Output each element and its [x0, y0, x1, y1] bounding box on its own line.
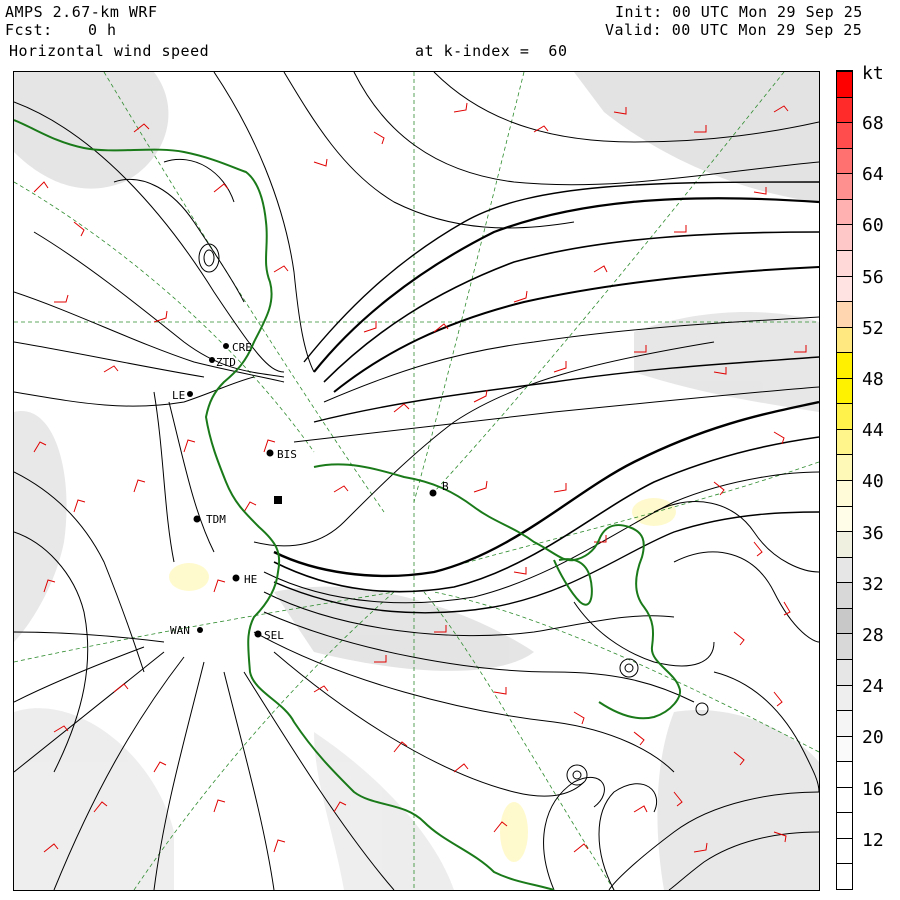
station-he-label: HE — [244, 573, 257, 586]
colorbar-tick-label: 24 — [862, 676, 884, 698]
colorbar-tick-label: 48 — [862, 369, 884, 390]
station-ztd-label: ZTD — [216, 356, 236, 369]
forecast-value: 0 h — [88, 21, 117, 39]
colorbar-tick-label: 60 — [862, 215, 884, 237]
station-wan-label: WAN — [170, 624, 190, 637]
colorbar-tick-label: 52 — [862, 317, 884, 339]
station-tdm-label: TDM — [206, 513, 226, 526]
colorbar-segment — [837, 173, 852, 199]
colorbar-segment — [837, 658, 852, 685]
colorbar-segment — [837, 531, 852, 557]
colorbar-unit: kt — [862, 63, 884, 84]
colorbar-segment — [837, 96, 852, 123]
colorbar-segment — [837, 812, 852, 838]
colorbar-segment — [837, 301, 852, 327]
colorbar-segment — [837, 122, 852, 148]
colorbar-segment — [837, 454, 852, 480]
init-time: Init: 00 UTC Mon 29 Sep 25 — [615, 3, 863, 21]
wind-speed-colorbar — [836, 70, 853, 890]
colorbar-segment — [837, 582, 852, 608]
wind-speed-shading — [14, 72, 819, 890]
level-label: at k-index = 60 — [415, 42, 568, 60]
colorbar-segment — [837, 863, 852, 889]
colorbar-tick-label: 16 — [862, 778, 884, 800]
wind-map: CRE ZTD LE BIS TDM B HE SEL WAN — [13, 71, 820, 891]
colorbar-segment — [837, 147, 852, 174]
colorbar-segment — [837, 786, 852, 813]
colorbar-segment — [837, 352, 852, 378]
colorbar-segment — [837, 326, 852, 353]
model-title: AMPS 2.67-km WRF — [5, 3, 158, 21]
colorbar-tick-label: 68 — [862, 113, 884, 134]
colorbar-tick-label: 20 — [862, 727, 884, 749]
colorbar-segment — [837, 403, 852, 429]
colorbar-segment — [837, 377, 852, 404]
colorbar-segment — [837, 607, 852, 634]
colorbar-tick-label: 44 — [862, 420, 884, 442]
colorbar-segment — [837, 633, 852, 659]
colorbar-segment — [837, 428, 852, 455]
forecast-label: Fcst: — [5, 21, 53, 39]
colorbar-tick-label: 12 — [862, 829, 884, 851]
colorbar-segment — [837, 837, 852, 864]
colorbar-tick-label: 64 — [862, 164, 884, 186]
colorbar-segment — [837, 684, 852, 711]
colorbar-segment — [837, 275, 852, 302]
colorbar-segment — [837, 761, 852, 787]
colorbar-segment — [837, 249, 852, 276]
colorbar-segment — [837, 224, 852, 250]
colorbar-segment — [837, 735, 852, 762]
colorbar-segment — [837, 480, 852, 506]
colorbar-tick-label: 40 — [862, 471, 884, 493]
colorbar-tick-label: 32 — [862, 573, 884, 595]
station-b-label: B — [442, 480, 449, 493]
colorbar-segment — [837, 198, 852, 225]
colorbar-tick-label: 36 — [862, 522, 884, 544]
valid-time: Valid: 00 UTC Mon 29 Sep 25 — [605, 21, 863, 39]
field-title: Horizontal wind speed — [9, 42, 210, 60]
colorbar-tick-label: 56 — [862, 266, 884, 288]
colorbar-segment — [837, 71, 852, 97]
colorbar-tick-label: 28 — [862, 625, 884, 646]
station-le-label: LE — [172, 389, 185, 402]
station-bis-label: BIS — [277, 448, 297, 461]
station-sel-label: SEL — [264, 629, 284, 642]
colorbar-segment — [837, 710, 852, 736]
station-cre-label: CRE — [232, 341, 252, 354]
colorbar-segment — [837, 556, 852, 583]
map-canvas: CRE ZTD LE BIS TDM B HE SEL WAN — [14, 72, 819, 890]
colorbar-segment — [837, 505, 852, 532]
